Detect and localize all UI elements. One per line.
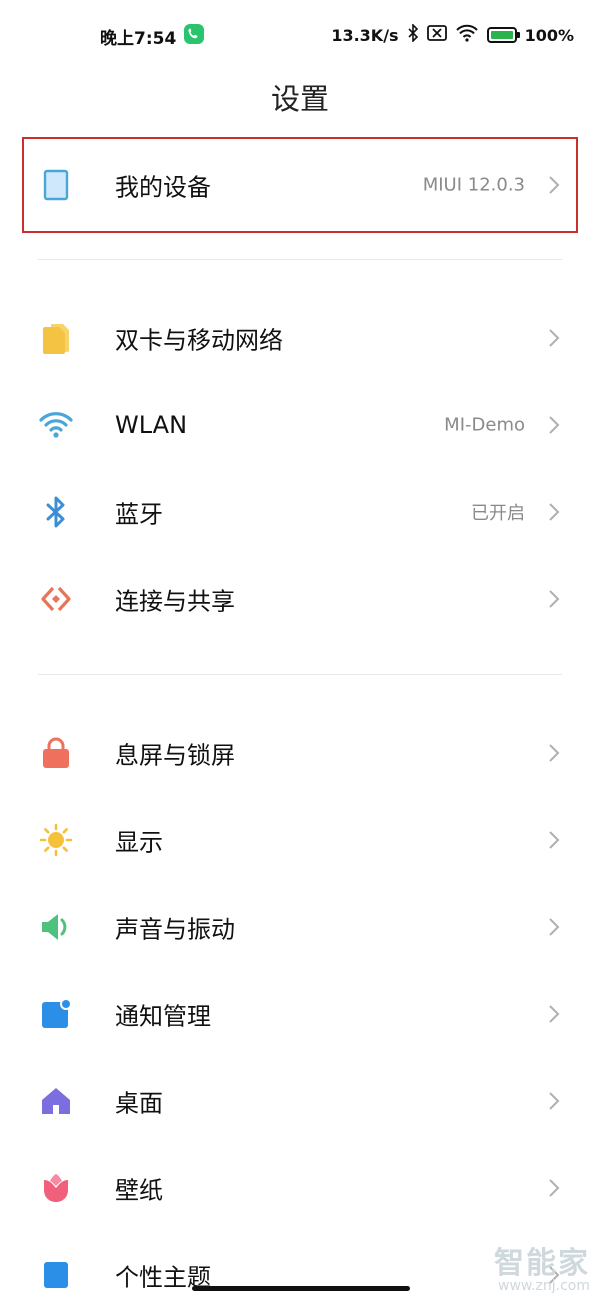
chevron-right-icon [549, 503, 560, 521]
chevron-right-icon [549, 744, 560, 762]
wallpaper-item[interactable]: 壁纸 [0, 1148, 600, 1228]
bluetooth-label: 蓝牙 [115, 500, 163, 529]
lock-screen-label: 息屏与锁屏 [115, 741, 235, 770]
status-time: 晚上7:54 [100, 29, 177, 49]
chevron-right-icon [549, 1092, 560, 1110]
my-device-item[interactable]: 我的设备 MIUI 12.0.3 [0, 145, 600, 225]
lock-icon [38, 735, 74, 771]
share-connection-icon [38, 581, 74, 617]
sound-vibration-label: 声音与振动 [115, 915, 235, 944]
wifi-status-icon [455, 24, 479, 46]
my-device-value: MIUI 12.0.3 [422, 174, 525, 196]
speaker-icon [38, 909, 74, 945]
sim-off-icon [426, 25, 447, 45]
network-speed: 13.3K/s [331, 25, 399, 45]
bluetooth-value: 已开启 [471, 503, 525, 524]
chevron-right-icon [549, 176, 560, 194]
status-right: 13.3K/s 100% [331, 23, 574, 46]
lock-screen-item[interactable]: 息屏与锁屏 [0, 713, 600, 793]
sound-vibration-item[interactable]: 声音与振动 [0, 887, 600, 967]
bluetooth-icon [38, 494, 74, 530]
sun-icon [38, 822, 74, 858]
wallpaper-label: 壁纸 [115, 1176, 163, 1205]
watermark: 智能家 www.znj.com [494, 1238, 590, 1294]
home-screen-label: 桌面 [115, 1089, 163, 1118]
wifi-icon [38, 407, 74, 443]
bluetooth-item[interactable]: 蓝牙 已开启 [0, 472, 600, 552]
page-title: 设置 [270, 82, 329, 116]
chevron-right-icon [549, 590, 560, 608]
home-indicator[interactable] [192, 1286, 410, 1291]
chevron-right-icon [549, 918, 560, 936]
notification-label: 通知管理 [115, 1002, 211, 1031]
divider [38, 259, 562, 260]
divider [38, 674, 562, 675]
watermark-url: www.znj.com [498, 1278, 590, 1294]
status-bar: 晚上7:54 13.3K/s 100% [0, 0, 600, 70]
sim-card-icon [38, 320, 74, 356]
my-device-label: 我的设备 [115, 173, 211, 202]
notification-item[interactable]: 通知管理 [0, 974, 600, 1054]
wlan-value: MI-Demo [444, 414, 525, 436]
display-item[interactable]: 显示 [0, 800, 600, 880]
sim-network-label: 双卡与移动网络 [115, 326, 283, 355]
tablet-icon [38, 167, 74, 203]
theme-icon [38, 1257, 74, 1293]
display-label: 显示 [115, 828, 163, 857]
chevron-right-icon [549, 1005, 560, 1023]
chevron-right-icon [549, 1179, 560, 1197]
wlan-item[interactable]: WLAN MI-Demo [0, 385, 600, 465]
bluetooth-status-icon [407, 23, 419, 46]
home-screen-item[interactable]: 桌面 [0, 1061, 600, 1141]
home-icon [38, 1083, 74, 1119]
connection-sharing-label: 连接与共享 [115, 587, 235, 616]
wlan-label: WLAN [115, 411, 188, 439]
chevron-right-icon [549, 416, 560, 434]
sim-network-item[interactable]: 双卡与移动网络 [0, 298, 600, 378]
chevron-right-icon [549, 329, 560, 347]
connection-sharing-item[interactable]: 连接与共享 [0, 559, 600, 639]
chevron-right-icon [549, 831, 560, 849]
battery-icon [486, 27, 520, 43]
flower-icon [38, 1170, 74, 1206]
watermark-title: 智能家 [494, 1246, 590, 1281]
notification-icon [38, 996, 74, 1032]
battery-percent: 100% [524, 25, 574, 45]
call-icon [184, 24, 204, 44]
